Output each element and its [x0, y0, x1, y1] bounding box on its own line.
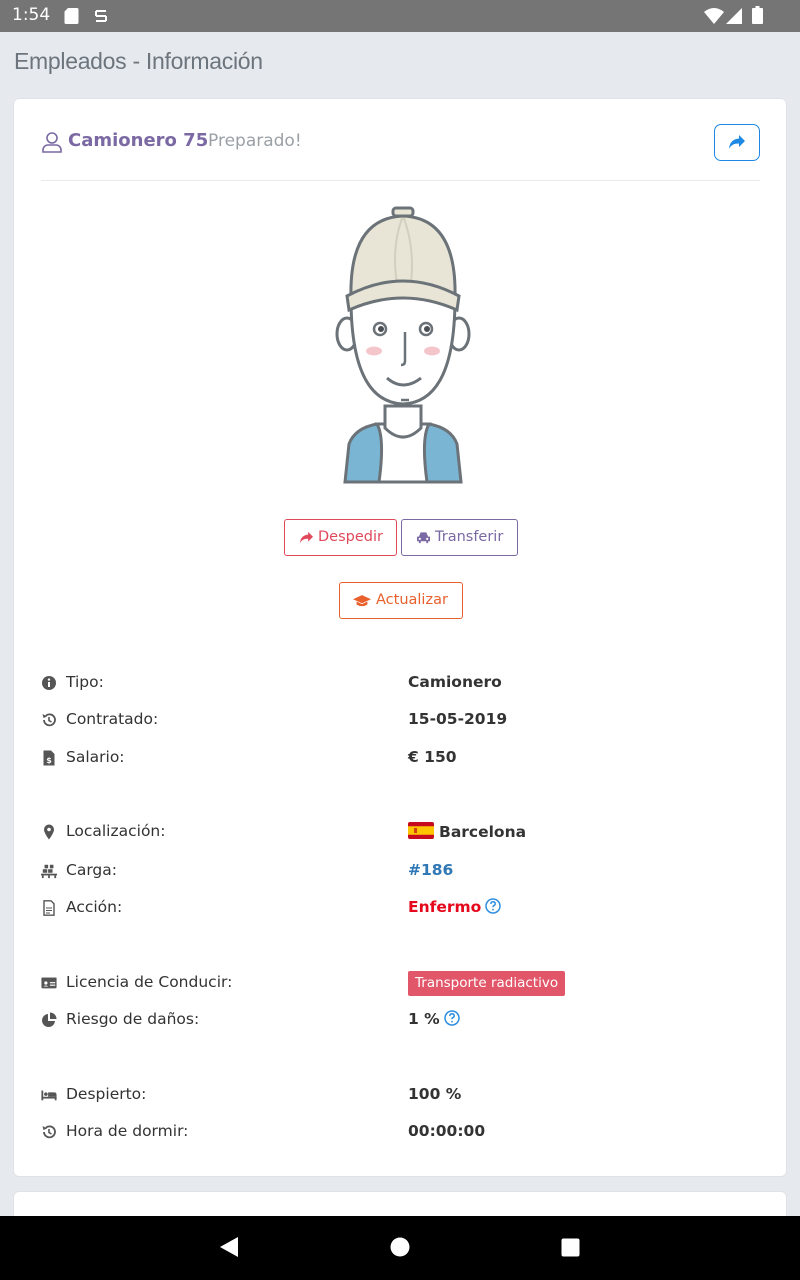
fire-button-label: Despedir [318, 529, 383, 545]
home-icon[interactable] [389, 1236, 411, 1258]
info-row-localizacion: Localización: Barcelona [41, 820, 761, 844]
info-row-accion: Acción: Enfermo [41, 896, 761, 920]
despierto-label: Despierto: [66, 1085, 147, 1103]
accion-value: Enfermo [408, 898, 482, 916]
transfer-button[interactable]: Transferir [401, 519, 518, 556]
localizacion-value: Barcelona [439, 823, 527, 841]
localizacion-label: Localización: [66, 822, 166, 840]
question-circle-icon[interactable] [485, 898, 502, 914]
share-arrow-icon [300, 531, 313, 544]
info-row-despierto: Despierto: 100 % [41, 1083, 761, 1107]
employee-avatar [335, 206, 471, 484]
status-time: 1:54 [12, 5, 51, 25]
riesgo-value-wrap: 1 % [408, 1010, 460, 1028]
bed-icon [41, 1090, 57, 1101]
pallet-icon [41, 864, 57, 879]
licencia-label: Licencia de Conducir: [66, 973, 233, 991]
graduation-cap-icon [353, 595, 371, 607]
update-button[interactable]: Actualizar [339, 582, 463, 619]
localizacion-value-wrap: Barcelona [408, 822, 526, 841]
info-row-tipo: Tipo: Camionero [41, 671, 761, 695]
employee-name: Camionero 75 [68, 130, 209, 151]
carga-link[interactable]: #186 [408, 861, 453, 879]
contratado-value: 15-05-2019 [408, 710, 508, 728]
sd-card-icon [64, 8, 79, 24]
license-badge: Transporte radiactivo [408, 971, 566, 996]
page-title: Empleados - Información [14, 48, 263, 74]
riesgo-value: 1 % [408, 1010, 440, 1028]
share-button[interactable] [714, 124, 760, 161]
navigation-bar [0, 1216, 800, 1280]
map-marker-icon [44, 824, 54, 840]
contratado-label: Contratado: [66, 710, 159, 728]
pie-chart-icon [42, 1012, 57, 1027]
history-icon [42, 713, 56, 727]
transfer-button-label: Transferir [435, 529, 504, 545]
carga-label: Carga: [66, 861, 117, 879]
hora-dormir-label: Hora de dormir: [66, 1122, 189, 1140]
status-bar: 1:54 [0, 0, 800, 32]
sync-icon [95, 10, 107, 22]
info-row-hora-dormir: Hora de dormir: 00:00:00 [41, 1120, 761, 1144]
employee-status: Preparado! [208, 131, 302, 151]
info-row-carga: Carga: #186 [41, 859, 761, 883]
spain-flag-icon [408, 822, 434, 839]
info-row-riesgo: Riesgo de daños: 1 % [41, 1008, 761, 1032]
info-row-contratado: Contratado: 15-05-2019 [41, 708, 761, 732]
back-icon[interactable] [219, 1236, 239, 1258]
riesgo-label: Riesgo de daños: [66, 1010, 200, 1028]
user-icon [42, 132, 62, 153]
invoice-dollar-icon: $ [43, 750, 55, 766]
recents-icon[interactable] [561, 1238, 580, 1257]
hora-dormir-value: 00:00:00 [408, 1122, 486, 1140]
fire-button[interactable]: Despedir [284, 519, 397, 556]
tipo-label: Tipo: [66, 673, 104, 691]
question-circle-icon[interactable] [443, 1010, 460, 1026]
employee-card: Camionero 75 Preparado! Despedir Transfe… [13, 98, 787, 1177]
share-icon [729, 135, 745, 149]
salario-label: Salario: [66, 748, 125, 766]
info-circle-icon [42, 676, 56, 690]
card-header: Camionero 75 Preparado! [41, 123, 760, 181]
accion-value-wrap: Enfermo [408, 898, 502, 916]
accion-label: Acción: [66, 898, 123, 916]
info-row-salario: $ Salario: € 150 [41, 746, 761, 770]
signal-icon [726, 8, 742, 24]
svg-text:$: $ [46, 756, 52, 765]
id-card-icon [41, 977, 57, 989]
battery-icon [752, 6, 763, 24]
info-row-licencia: Licencia de Conducir: Transporte radiact… [41, 971, 761, 996]
wifi-icon [704, 8, 724, 24]
update-button-label: Actualizar [376, 592, 448, 608]
file-icon [43, 900, 55, 916]
car-icon [417, 532, 430, 544]
salario-value: € 150 [408, 748, 457, 766]
tipo-value: Camionero [408, 673, 502, 691]
despierto-value: 100 % [408, 1085, 462, 1103]
history-icon [42, 1125, 56, 1139]
